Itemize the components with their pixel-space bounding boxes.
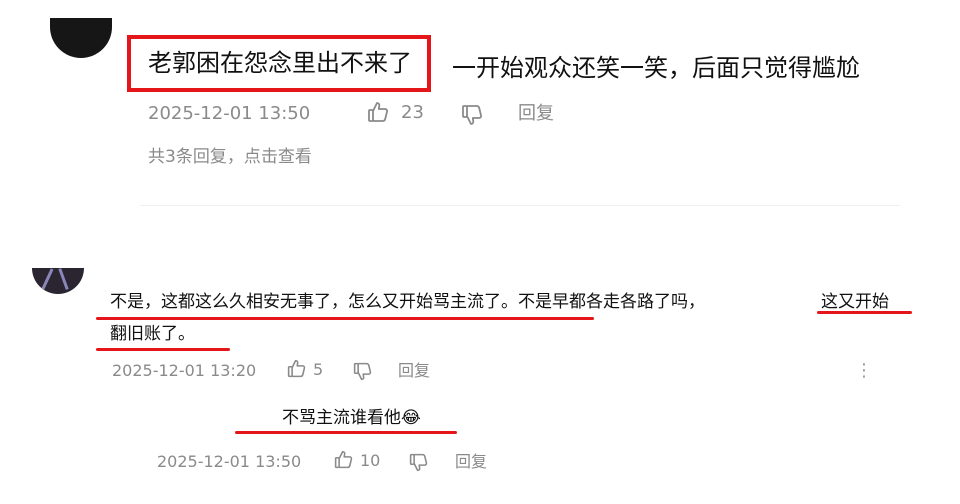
reply-button[interactable]: 回复	[398, 360, 430, 382]
comment-timestamp: 2025-12-01 13:50	[157, 452, 302, 471]
annotation-underline	[235, 431, 457, 434]
avatar[interactable]	[50, 18, 112, 58]
thumbs-up-icon[interactable]	[366, 100, 390, 124]
view-replies-link[interactable]: 共3条回复，点击查看	[148, 145, 312, 169]
annotation-underline	[96, 348, 230, 351]
avatar[interactable]	[32, 268, 84, 294]
reply-button[interactable]: 回复	[455, 451, 487, 473]
comment-timestamp: 2025-12-01 13:20	[112, 361, 257, 380]
like-count: 5	[313, 360, 324, 379]
like-count: 23	[401, 102, 424, 123]
comment-text-underlined: 翻旧账了。	[110, 324, 195, 344]
thumbs-down-icon[interactable]	[460, 103, 484, 127]
reply-button[interactable]: 回复	[518, 102, 554, 126]
annotation-underline	[96, 317, 594, 320]
annotation-red-box	[127, 35, 431, 92]
annotation-underline	[817, 311, 912, 314]
like-count: 10	[360, 451, 381, 470]
thumbs-up-icon[interactable]	[286, 358, 307, 379]
thumbs-up-icon[interactable]	[333, 449, 354, 470]
comment-text: 一开始观众还笑一笑，后面只觉得尴尬	[452, 54, 860, 82]
divider	[140, 205, 900, 206]
reply-text: 不骂主流谁看他😂	[282, 406, 421, 430]
comment-timestamp: 2025-12-01 13:50	[148, 103, 311, 124]
reply-text-body: 不骂主流谁看他	[282, 408, 401, 428]
comment-text: 不是，这都这么久相安无事了，怎么又开始骂主流了。不是早都各走各路了吗，	[110, 292, 705, 312]
thumbs-down-icon[interactable]	[408, 452, 429, 473]
thumbs-down-icon[interactable]	[352, 361, 373, 382]
more-icon[interactable]: ⋮	[855, 362, 873, 380]
laughing-emoji-icon: 😂	[401, 408, 421, 428]
